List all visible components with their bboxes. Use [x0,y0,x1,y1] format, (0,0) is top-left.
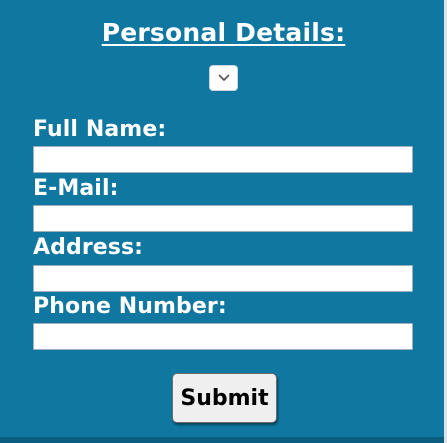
submit-button[interactable]: Submit [172,373,277,423]
chevron-down-icon [218,74,229,81]
email-field[interactable] [33,205,413,232]
phone-number-label: Phone Number: [33,294,227,319]
address-label: Address: [33,235,144,260]
email-label: E-Mail: [33,176,119,201]
full-name-label: Full Name: [33,117,167,142]
full-name-field[interactable] [33,146,413,173]
page-title: Personal Details: [101,18,346,47]
address-field[interactable] [33,265,413,292]
page-edge-bottom [0,437,444,443]
personal-details-form: Personal Details: Full Name: E-Mail: Add… [0,0,444,440]
phone-number-field[interactable] [33,323,413,350]
collapse-toggle-button[interactable] [209,65,238,91]
